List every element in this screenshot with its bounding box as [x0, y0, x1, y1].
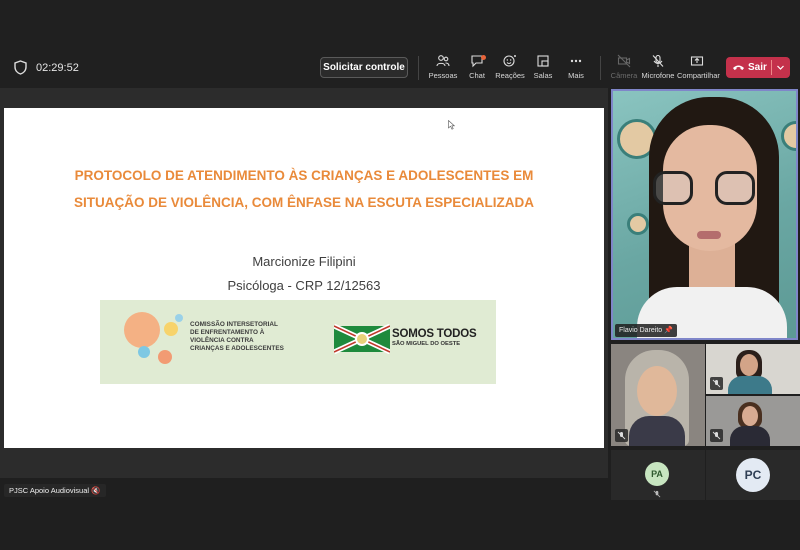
glasses-left — [653, 171, 693, 205]
presentation-slide: PROTOCOLO DE ATENDIMENTO ÀS CRIANÇAS E A… — [4, 108, 604, 448]
speaker-mouth — [697, 231, 721, 239]
chat-unread-badge — [481, 55, 486, 60]
more-label: Mais — [568, 71, 584, 80]
children-logo-icon — [124, 312, 160, 348]
microphone-label: Microfone — [641, 71, 675, 80]
more-icon — [570, 59, 582, 63]
reactions-icon — [503, 55, 516, 67]
participant-body — [730, 426, 770, 446]
participant-video-tile[interactable] — [706, 396, 800, 446]
mic-off-icon — [653, 490, 661, 498]
pin-icon[interactable]: 📌 — [664, 327, 673, 334]
commission-line: COMISSÃO INTERSETORIAL — [190, 321, 278, 328]
participant-face — [637, 366, 677, 416]
people-icon — [436, 55, 450, 67]
more-button[interactable]: Mais — [556, 54, 596, 84]
shared-screen-area: PROTOCOLO DE ATENDIMENTO ÀS CRIANÇAS E A… — [0, 88, 608, 478]
screen-share-owner-tag: PJSC Apoio Audiovisual 🔇 — [4, 484, 106, 497]
participant-avatar: PC — [736, 458, 770, 492]
leave-button[interactable]: Sair — [726, 57, 790, 78]
logo-dot — [175, 314, 183, 322]
share-icon — [690, 56, 704, 66]
slide-title-line-2: SITUAÇÃO DE VIOLÊNCIA, COM ÊNFASE NA ESC… — [73, 195, 535, 210]
camera-off-icon — [617, 54, 631, 68]
request-control-button[interactable]: Solicitar controle — [320, 57, 408, 78]
participant-avatar-tile[interactable]: PA — [611, 450, 705, 500]
toolbar-divider — [600, 56, 601, 80]
mic-off-indicator — [710, 377, 723, 390]
commission-line: CRIANÇAS E ADOLESCENTES — [190, 345, 284, 352]
leave-label: Sair — [748, 62, 767, 73]
mic-off-indicator — [710, 429, 723, 442]
mouse-cursor-icon — [448, 120, 455, 130]
active-speaker-video[interactable]: Flavio Dareito 📌 — [611, 89, 798, 340]
logo-dot — [138, 346, 150, 358]
logo-dot — [158, 350, 172, 364]
participant-face — [740, 354, 758, 376]
slide-title: PROTOCOLO DE ATENDIMENTO ÀS CRIANÇAS E A… — [44, 162, 564, 216]
slide-banner: COMISSÃO INTERSETORIAL DE ENFRENTAMENTO … — [100, 300, 496, 384]
mic-off-indicator — [615, 429, 628, 442]
toolbar-divider — [418, 56, 419, 80]
rooms-icon — [537, 55, 549, 67]
screen-share-owner-name: PJSC Apoio Audiovisual — [9, 486, 90, 495]
leave-divider — [771, 60, 772, 75]
participant-face — [742, 406, 758, 426]
chevron-down-icon[interactable] — [776, 63, 785, 72]
participant-avatar-tile[interactable]: PC — [706, 450, 800, 500]
share-button[interactable]: Compartilhar — [677, 54, 720, 84]
mic-off-icon — [712, 379, 721, 388]
speaker-name-tag: Flavio Dareito 📌 — [615, 324, 677, 337]
meeting-toolbar: 02:29:52 Solicitar controle Pessoas Chat… — [0, 0, 800, 88]
mic-off-icon — [652, 54, 664, 67]
mic-off-icon — [617, 431, 626, 440]
slide-title-line-1: PROTOCOLO DE ATENDIMENTO ÀS CRIANÇAS E A… — [74, 168, 534, 183]
shield-icon — [14, 60, 27, 75]
meeting-timer: 02:29:52 — [36, 62, 79, 74]
participant-body — [629, 416, 685, 446]
slide-presenter-role: Psicóloga - CRP 12/12563 — [227, 278, 381, 293]
participant-avatar: PA — [645, 462, 669, 486]
participant-body — [728, 376, 772, 394]
logo-dot — [164, 322, 178, 336]
share-label: Compartilhar — [677, 71, 720, 80]
slide-presenter-name: Marcionize Filipini — [252, 254, 356, 269]
commission-line: VIOLÊNCIA CONTRA — [190, 337, 254, 344]
speaker-name: Flavio Dareito — [619, 327, 663, 334]
slogan-text: SOMOS TODOS — [392, 328, 477, 340]
city-flag-icon — [334, 324, 390, 354]
glasses-right — [715, 171, 755, 205]
commission-name: COMISSÃO INTERSETORIAL DE ENFRENTAMENTO … — [190, 321, 320, 353]
commission-line: DE ENFRENTAMENTO À — [190, 329, 265, 336]
participant-video-tile[interactable] — [706, 344, 800, 394]
background-avatar-icon — [627, 213, 649, 235]
mic-off-icon: 🔇 — [91, 486, 101, 495]
mic-off-icon — [712, 431, 721, 440]
microphone-button[interactable]: Microfone — [638, 54, 678, 84]
city-name-text: SÃO MIGUEL DO OESTE — [392, 341, 461, 347]
participant-video-tile[interactable] — [611, 344, 705, 446]
